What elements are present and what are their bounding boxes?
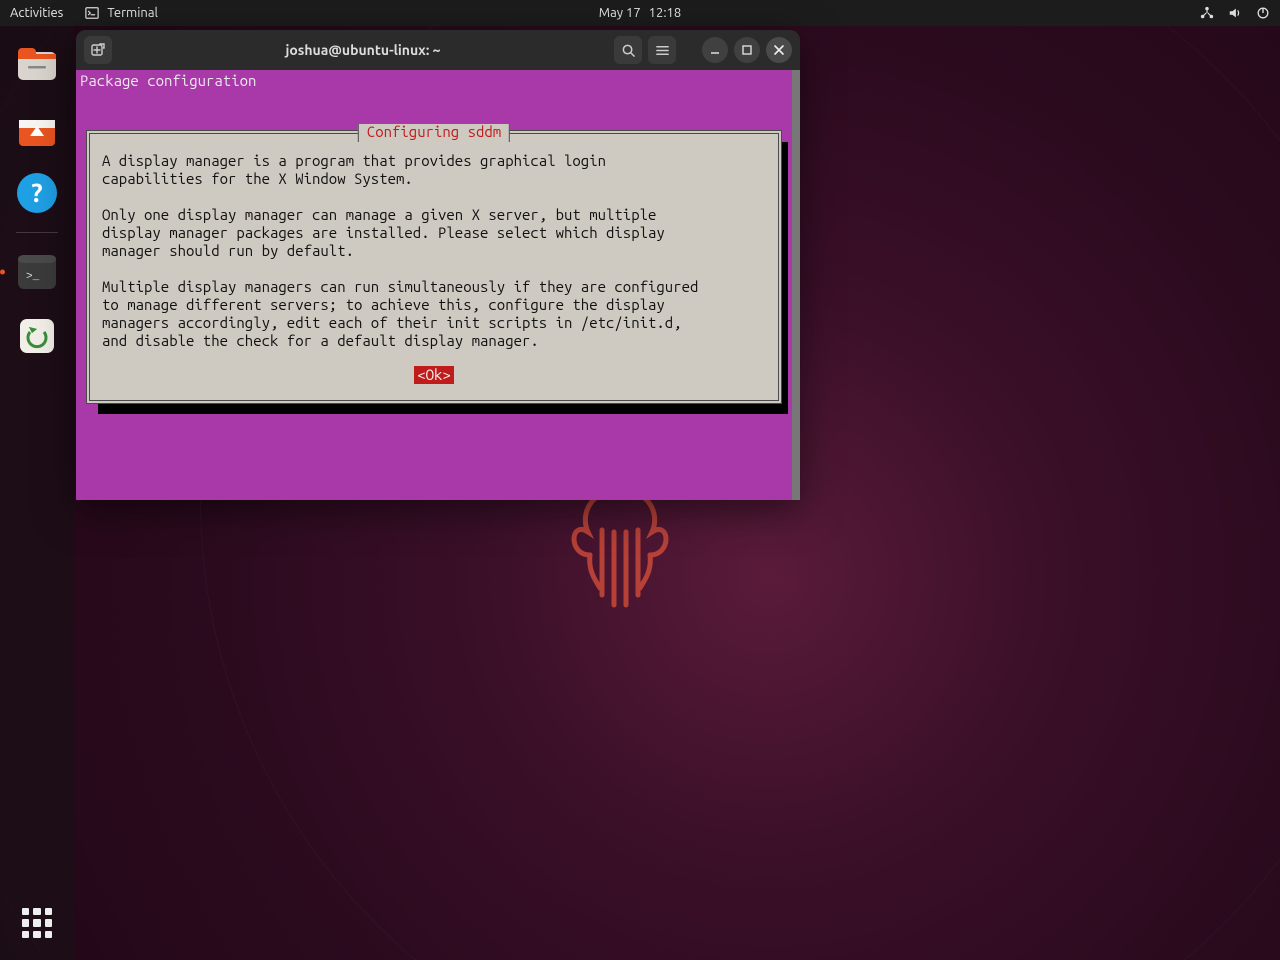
ok-button[interactable]: <Ok> xyxy=(414,366,454,384)
close-icon xyxy=(773,44,785,56)
close-button[interactable] xyxy=(766,37,792,63)
help-app-icon[interactable]: ? xyxy=(12,168,62,218)
volume-icon xyxy=(1228,6,1242,20)
clock[interactable]: May 17 12:18 xyxy=(599,6,681,20)
dialog-paragraph: Multiple display managers can run simult… xyxy=(102,278,766,350)
show-applications-button[interactable] xyxy=(22,908,52,938)
trash-icon[interactable] xyxy=(12,311,62,361)
window-title: joshua@ubuntu-linux: ~ xyxy=(118,42,608,58)
time-label: 12:18 xyxy=(649,6,682,20)
terminal-window: joshua@ubuntu-linux: ~ Package configura… xyxy=(76,30,800,500)
dock: ? >_ xyxy=(0,26,74,960)
dialog-paragraph: Only one display manager can manage a gi… xyxy=(102,206,766,260)
network-icon xyxy=(1200,6,1214,20)
search-icon xyxy=(621,43,636,58)
svg-text:?: ? xyxy=(31,178,42,207)
dock-separator xyxy=(16,232,58,233)
activities-button[interactable]: Activities xyxy=(10,6,63,20)
maximize-icon xyxy=(741,44,753,56)
app-name: Terminal xyxy=(107,6,158,20)
maximize-button[interactable] xyxy=(734,37,760,63)
files-app-icon[interactable] xyxy=(12,40,62,90)
minimize-button[interactable] xyxy=(702,37,728,63)
hamburger-icon xyxy=(655,43,670,58)
debconf-dialog: Configuring sddm A display manager is a … xyxy=(86,130,782,404)
scrollbar[interactable] xyxy=(792,70,800,500)
minimize-icon xyxy=(709,44,721,56)
svg-text:>_: >_ xyxy=(26,271,40,283)
terminal-icon xyxy=(85,6,99,20)
package-config-header: Package configuration xyxy=(78,72,790,90)
dialog-title: Configuring sddm xyxy=(358,124,510,142)
software-store-icon[interactable] xyxy=(12,104,62,154)
window-titlebar[interactable]: joshua@ubuntu-linux: ~ xyxy=(76,30,800,70)
terminal-content[interactable]: Package configuration Configuring sddm A… xyxy=(76,70,800,500)
power-icon xyxy=(1256,6,1270,20)
app-indicator[interactable]: Terminal xyxy=(85,6,158,20)
search-button[interactable] xyxy=(614,36,642,64)
system-status-area[interactable] xyxy=(1200,6,1270,20)
dialog-paragraph: A display manager is a program that prov… xyxy=(102,152,766,188)
date-label: May 17 xyxy=(599,6,641,20)
gnome-top-bar: Activities Terminal May 17 12:18 xyxy=(0,0,1280,26)
new-tab-button[interactable] xyxy=(84,36,112,64)
terminal-app-icon[interactable]: >_ xyxy=(12,247,62,297)
hamburger-menu-button[interactable] xyxy=(648,36,676,64)
